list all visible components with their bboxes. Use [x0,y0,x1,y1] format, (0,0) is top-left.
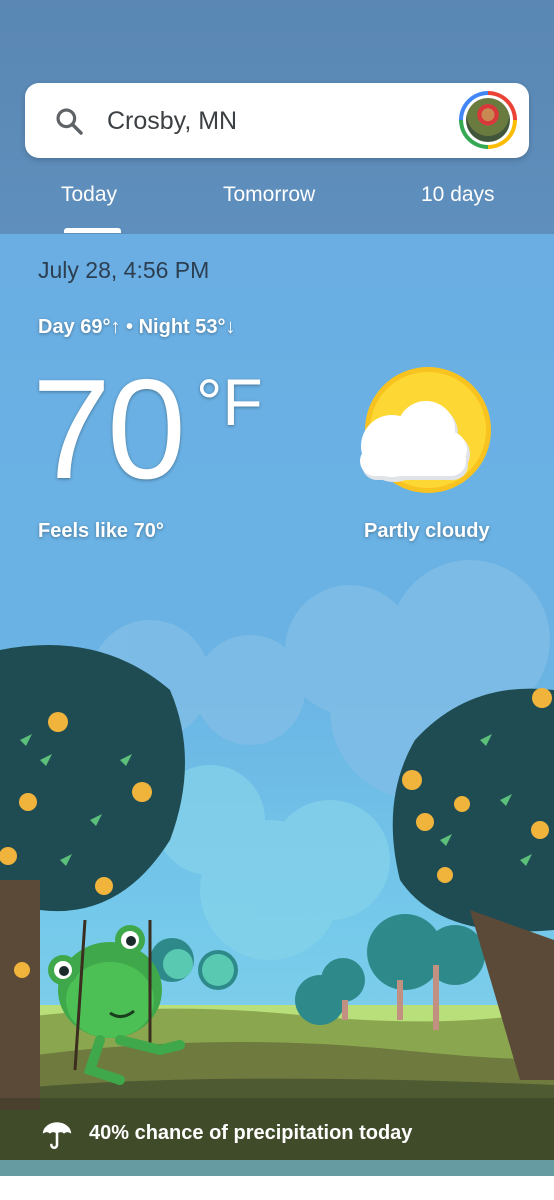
umbrella-icon [42,1122,72,1149]
avatar-ring [463,95,513,145]
tab-10-days[interactable]: 10 days [421,180,495,210]
tab-bar: Today Tomorrow 10 days [0,180,554,234]
partly-cloudy-icon [360,367,491,493]
temperature-unit: °F [196,365,263,439]
tab-selected-indicator [64,228,121,233]
precipitation-banner: 40% chance of precipitation today [0,1098,554,1176]
bottom-bar [0,1176,554,1200]
precipitation-text: 40% chance of precipitation today [89,1122,413,1144]
current-temperature: 70 [32,350,186,509]
tab-today[interactable]: Today [61,180,117,210]
search-bar[interactable]: Crosby, MN [25,83,529,158]
date-time: July 28, 4:56 PM [38,257,210,283]
avatar-photo [466,98,510,142]
avatar[interactable] [459,91,517,149]
day-night-temps: Day 69°↑ • Night 53°↓ [38,316,236,338]
weather-condition: Partly cloudy [364,520,490,542]
search-location[interactable]: Crosby, MN [107,105,237,137]
landscape-illustration [0,560,554,1160]
search-icon[interactable] [53,105,85,137]
feels-like: Feels like 70° [38,520,164,542]
tab-tomorrow[interactable]: Tomorrow [223,180,315,210]
app-header: Crosby, MN Today Tomorrow 10 days [0,0,554,234]
